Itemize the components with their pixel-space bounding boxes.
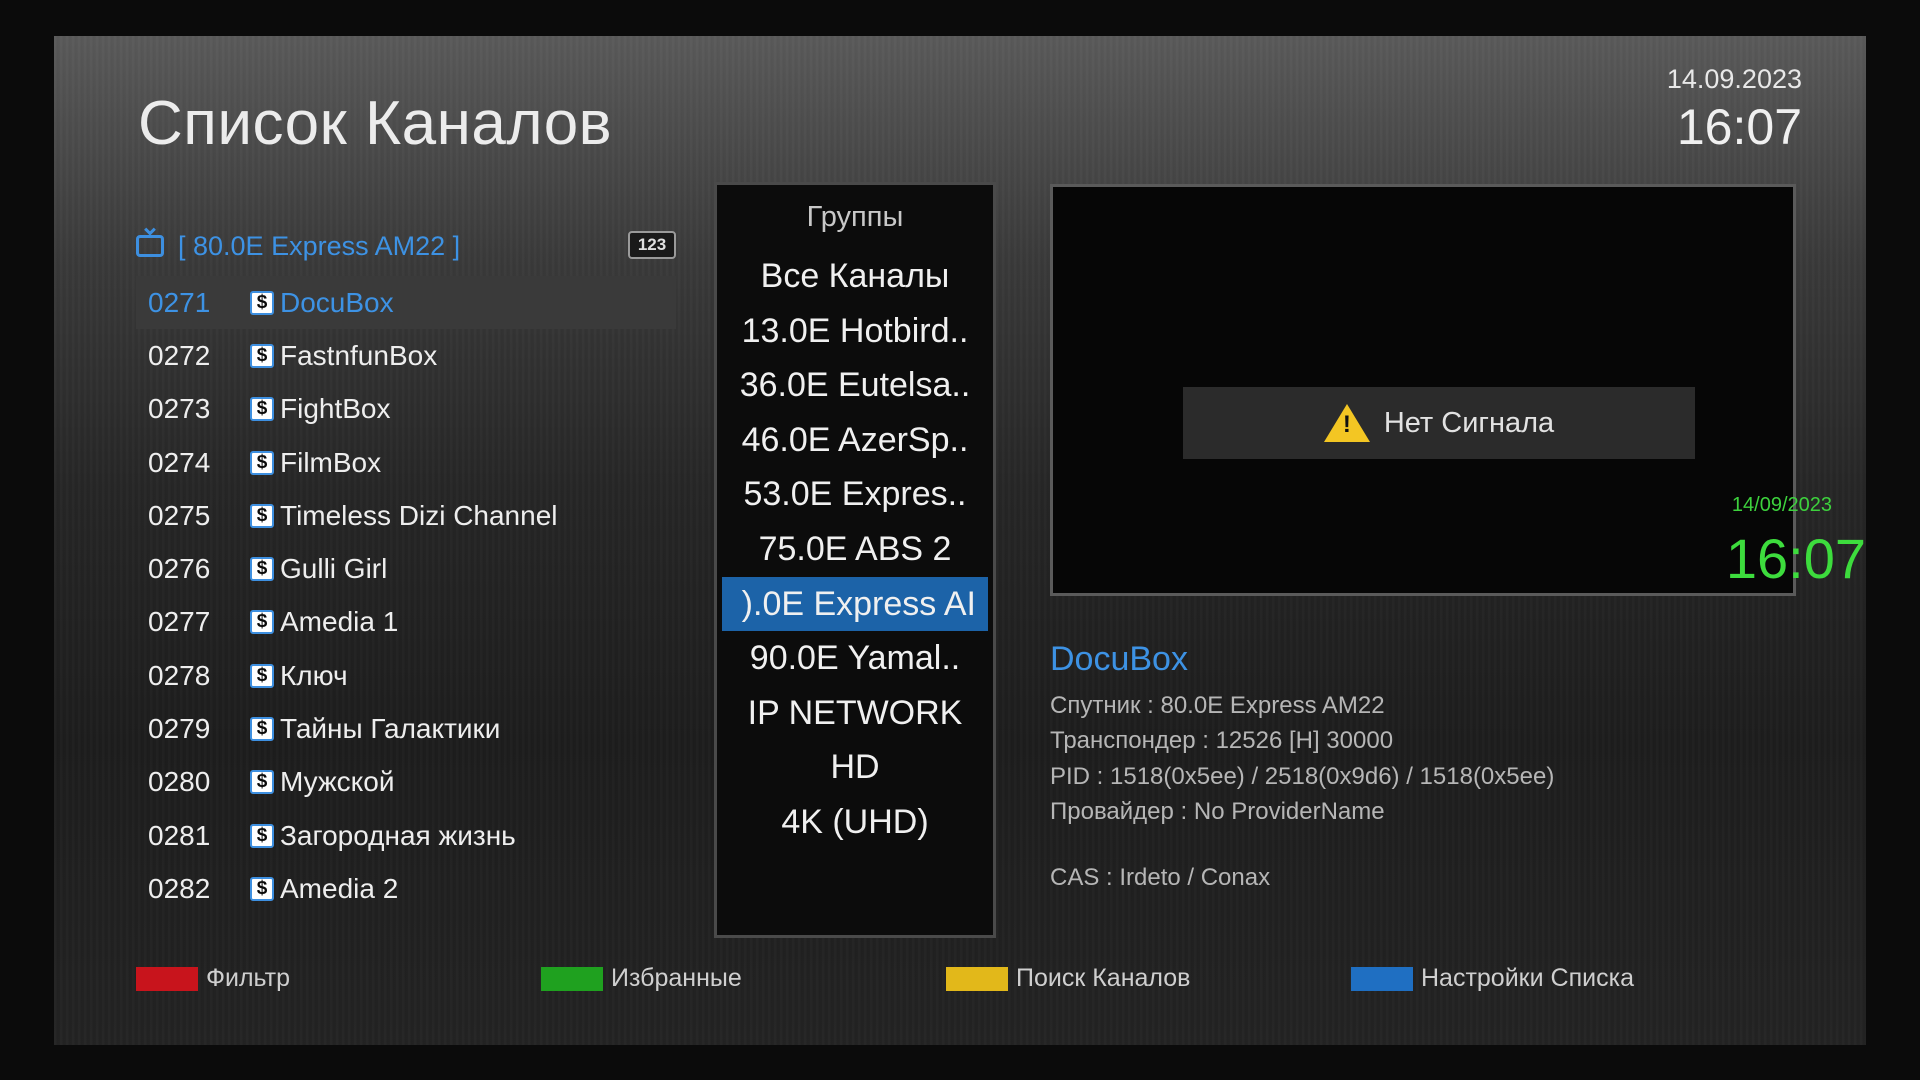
channel-list: 0271 $ DocuBox 0272 $ FastnfunBox 0273 $ FightBo… — [136, 276, 676, 916]
channel-row[interactable]: 0276 $ Gulli Girl — [136, 542, 676, 595]
channel-name: Загородная жизнь — [280, 819, 516, 851]
scrambled-icon: $ — [250, 663, 274, 688]
group-item[interactable]: 53.0E Expres.. — [717, 467, 993, 522]
channel-name: Ключ — [280, 659, 348, 691]
info-channel-name: DocuBox — [1050, 640, 1188, 678]
channel-name: Amedia 2 — [280, 872, 399, 904]
scrambled-icon: $ — [250, 823, 274, 848]
channel-list-header: [ 80.0E Express AM22 ] 123 — [136, 226, 676, 266]
warning-icon: ! — [1323, 404, 1370, 442]
yellow-key-swatch — [946, 966, 1008, 991]
channel-number: 0274 — [148, 446, 211, 478]
group-item[interactable]: ).0E Express AI — [722, 576, 988, 632]
channel-number: 0275 — [148, 499, 211, 531]
scrambled-icon: $ — [250, 770, 274, 795]
header-date: 14.09.2023 — [1666, 64, 1802, 94]
channel-row[interactable]: 0277 $ Amedia 1 — [136, 596, 676, 649]
group-item[interactable]: 4K (UHD) — [717, 795, 993, 850]
info-cas: CAS : Irdeto / Conax — [1050, 864, 1271, 891]
channel-row[interactable]: 0272 $ FastnfunBox — [136, 329, 676, 382]
legend-label: Избранные — [611, 964, 742, 992]
groups-panel: Группы Все Каналы 13.0E Hotbird.. 36.0E Eu… — [714, 182, 996, 938]
group-item[interactable]: Все Каналы — [717, 249, 993, 304]
group-item[interactable]: 13.0E Hotbird.. — [717, 304, 993, 359]
scrambled-icon: $ — [250, 610, 274, 635]
channel-name: FastnfunBox — [280, 339, 438, 371]
legend-green-favorites[interactable]: Избранные — [541, 964, 742, 993]
channel-name: FilmBox — [280, 446, 382, 478]
scrambled-icon: $ — [250, 290, 274, 315]
red-key-swatch — [136, 966, 198, 991]
legend-red-filter[interactable]: Фильтр — [136, 964, 290, 993]
tv-icon — [136, 235, 164, 257]
overlay-date: 14/09/2023 — [1731, 494, 1832, 516]
scrambled-icon: $ — [250, 557, 274, 582]
green-key-swatch — [541, 966, 603, 991]
group-item[interactable]: 90.0E Yamal.. — [717, 631, 993, 686]
channel-name: Мужской — [280, 766, 395, 798]
channel-number: 0271 — [148, 286, 211, 318]
channel-row[interactable]: 0273 $ FightBox — [136, 383, 676, 436]
legend-label: Настройки Списка — [1421, 964, 1634, 992]
tv-screen: Список Каналов 14.09.2023 16:07 [ 80.0E … — [54, 36, 1866, 1045]
scrambled-icon: $ — [250, 503, 274, 528]
channel-name: Gulli Girl — [280, 553, 388, 585]
legend-label: Фильтр — [206, 964, 290, 992]
channel-number: 0280 — [148, 766, 211, 798]
channel-number: 0276 — [148, 553, 211, 585]
info-transponder: Транспондер : 12526 [H] 30000 — [1050, 727, 1394, 755]
info-satellite: Спутник : 80.0E Express AM22 — [1050, 692, 1385, 719]
legend-label: Поиск Каналов — [1016, 964, 1191, 992]
channel-name: Тайны Галактики — [280, 713, 501, 745]
channel-row[interactable]: 0282 $ Amedia 2 — [136, 862, 676, 915]
channel-name: FightBox — [280, 393, 391, 425]
page-title: Список Каналов — [138, 89, 613, 158]
scrambled-icon: $ — [250, 876, 274, 901]
channel-row[interactable]: 0275 $ Timeless Dizi Channel — [136, 489, 676, 542]
scrambled-icon: $ — [250, 397, 274, 422]
no-signal-banner: ! Нет Сигнала — [1183, 387, 1695, 459]
channel-row[interactable]: 0280 $ Мужской — [136, 756, 676, 809]
group-list: Все Каналы 13.0E Hotbird.. 36.0E Eutelsa..… — [717, 249, 993, 850]
legend-blue-settings[interactable]: Настройки Списка — [1351, 964, 1634, 993]
channel-row[interactable]: 0271 $ DocuBox — [136, 276, 676, 330]
channel-count-badge: 123 — [628, 231, 676, 259]
channel-number: 0272 — [148, 339, 211, 371]
groups-title: Группы — [806, 201, 904, 233]
no-signal-text: Нет Сигнала — [1383, 406, 1555, 439]
channel-row[interactable]: 0279 $ Тайны Галактики — [136, 702, 676, 755]
channel-number: 0277 — [148, 606, 211, 638]
channel-name: Timeless Dizi Channel — [280, 499, 558, 531]
channel-row[interactable]: 0281 $ Загородная жизнь — [136, 809, 676, 862]
scrambled-icon: $ — [250, 343, 274, 368]
group-item[interactable]: 46.0E AzerSp.. — [717, 413, 993, 468]
blue-key-swatch — [1351, 966, 1413, 991]
channel-name: DocuBox — [280, 286, 394, 318]
video-preview: ! Нет Сигнала — [1050, 184, 1796, 596]
channel-number: 0273 — [148, 393, 211, 425]
header-time: 16:07 — [1676, 99, 1802, 155]
channel-number: 0281 — [148, 819, 211, 851]
legend-yellow-search[interactable]: Поиск Каналов — [946, 964, 1190, 993]
channel-row[interactable]: 0278 $ Ключ — [136, 649, 676, 702]
current-satellite[interactable]: [ 80.0E Express AM22 ] — [178, 231, 460, 262]
group-item[interactable]: 75.0E ABS 2 — [717, 522, 993, 577]
channel-number: 0279 — [148, 713, 211, 745]
info-provider: Провайдер : No ProviderName — [1050, 797, 1385, 825]
group-item[interactable]: 36.0E Eutelsa.. — [717, 358, 993, 413]
info-pid: PID : 1518(0x5ee) / 2518(0x9d6) / 1518(0… — [1050, 762, 1555, 790]
channel-info: Спутник : 80.0E Express AM22 Транспондер… — [1050, 692, 1554, 833]
channel-number: 0282 — [148, 872, 211, 904]
channel-name: Amedia 1 — [280, 606, 399, 638]
group-item[interactable]: HD — [717, 740, 993, 795]
group-item[interactable]: IP NETWORK — [717, 686, 993, 741]
channel-number: 0278 — [148, 659, 211, 691]
channel-row[interactable]: 0274 $ FilmBox — [136, 436, 676, 489]
scrambled-icon: $ — [250, 717, 274, 742]
scrambled-icon: $ — [250, 450, 274, 475]
overlay-time: 16:07 — [1725, 527, 1866, 590]
